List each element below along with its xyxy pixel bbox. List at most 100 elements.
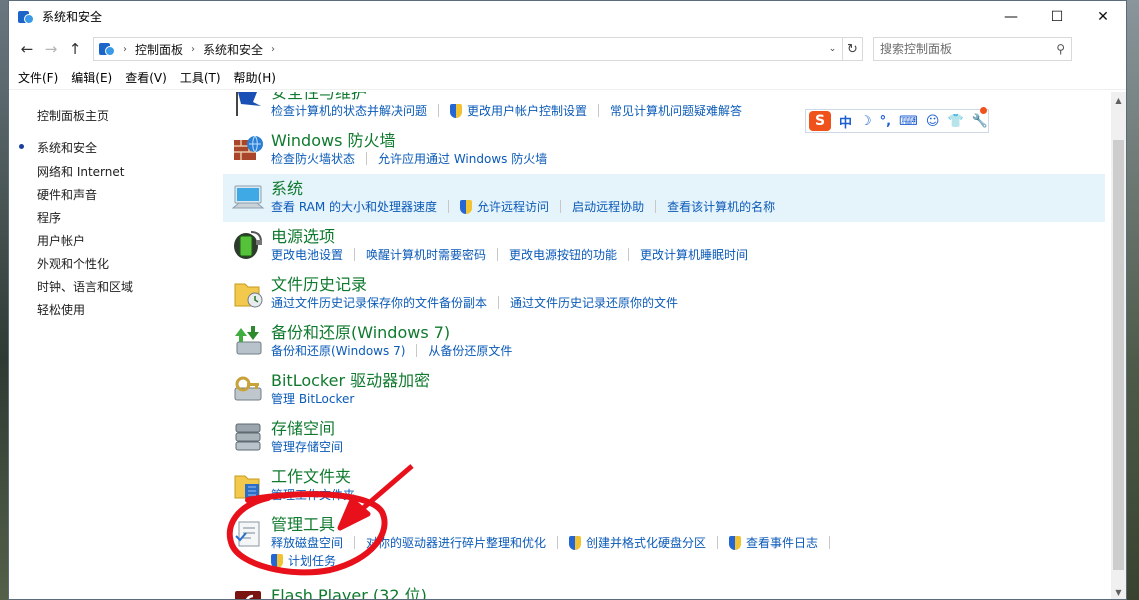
forward-button[interactable]: → [39,37,63,61]
control-panel-window: 系统和安全 — ☐ ✕ ← → ↑ › 控制面板 › 系统和安全 › ⌄ ↻ ⚲… [8,0,1127,600]
sidebar-item-programs[interactable]: 程序 [37,209,61,226]
link-battery-settings[interactable]: 更改电池设置 [271,246,343,263]
breadcrumb-control-panel[interactable]: 控制面板 [135,41,183,58]
menu-file[interactable]: 文件(F) [18,69,58,86]
sidebar-item-system-security[interactable]: 系统和安全 [37,139,97,156]
category-title[interactable]: 电源选项 [271,223,335,247]
link-restore-from-backup[interactable]: 从备份还原文件 [428,342,512,359]
refresh-button[interactable]: ↻ [842,38,862,60]
maximize-button[interactable]: ☐ [1034,1,1080,32]
category-power-options: 电源选项 更改电池设置 唤醒计算机时需要密码 更改电源按钮的功能 更改计算机睡眠… [223,222,1105,270]
up-button[interactable]: ↑ [63,37,87,61]
link-computer-name[interactable]: 查看该计算机的名称 [667,198,775,215]
minimize-button[interactable]: — [988,1,1034,32]
sidebar-item-hardware[interactable]: 硬件和声音 [37,186,97,203]
search-box[interactable]: ⚲ [873,37,1072,61]
link-restore-files[interactable]: 通过文件历史记录还原你的文件 [510,294,678,311]
storage-spaces-icon [235,423,261,451]
category-title[interactable]: 管理工具 [271,511,335,535]
menu-help[interactable]: 帮助(H) [234,69,276,86]
scroll-up-arrow[interactable]: ▲ [1111,92,1126,109]
category-title[interactable]: Windows 防火墙 [271,127,396,151]
link-view-ram-cpu[interactable]: 查看 RAM 的大小和处理器速度 [271,198,437,215]
sidebar-item-ease-of-access[interactable]: 轻松使用 [37,301,85,318]
sidebar-item-appearance[interactable]: 外观和个性化 [37,255,109,272]
ime-chinese-mode[interactable]: 中 [839,112,852,131]
ime-skin-icon[interactable]: 👕 [947,114,963,129]
link-sleep-time[interactable]: 更改计算机睡眠时间 [640,246,748,263]
link-free-disk-space[interactable]: 释放磁盘空间 [271,534,343,551]
category-title[interactable]: 文件历史记录 [271,271,367,295]
uac-shield-icon [450,103,463,118]
category-backup-restore: 备份和还原(Windows 7) 备份和还原(Windows 7) 从备份还原文… [223,318,1105,366]
ime-halfwidth-icon[interactable]: ☽ [860,114,872,129]
link-remote-assistance[interactable]: 启动远程协助 [572,198,644,215]
ime-keyboard-icon[interactable]: ⌨ [899,114,918,129]
sidebar-item-home[interactable]: 控制面板主页 [37,107,109,124]
link-divider [438,104,440,117]
back-button[interactable]: ← [15,37,39,61]
ime-tools-icon[interactable]: 🔧 [972,114,988,129]
scroll-down-arrow[interactable]: ▼ [1111,584,1126,599]
category-title[interactable]: 存储空间 [271,415,335,439]
link-manage-work-folders[interactable]: 管理工作文件夹 [271,486,355,503]
menu-view[interactable]: 查看(V) [125,69,167,86]
link-power-button[interactable]: 更改电源按钮的功能 [509,246,617,263]
category-title[interactable]: Flash Player (32 位) [271,582,427,599]
category-firewall: Windows 防火墙 检查防火墙状态 允许应用通过 Windows 防火墙 [223,126,1105,174]
search-input[interactable] [880,42,1040,56]
link-divider [717,536,719,549]
breadcrumb-separator[interactable]: › [191,44,195,55]
link-allow-app[interactable]: 允许应用通过 Windows 防火墙 [378,150,547,167]
desktop-background-right [1127,0,1139,600]
link-view-event-logs[interactable]: 查看事件日志 [746,534,818,551]
breadcrumb-separator[interactable]: › [271,44,275,55]
sidebar-item-clock-region[interactable]: 时钟、语言和区域 [37,278,133,295]
menu-tools[interactable]: 工具(T) [180,69,221,86]
computer-icon [231,185,265,209]
ime-toolbar[interactable]: S 中 ☽ °, ⌨ ☺ 👕 🔧 [805,107,989,133]
flash-player-icon [235,591,261,599]
category-list: 安全性与维护 检查计算机的状态并解决问题 更改用户帐户控制设置 常见计算机问题疑… [223,92,1113,599]
address-bar[interactable]: › 控制面板 › 系统和安全 › ⌄ ↻ [93,37,863,61]
link-check-status[interactable]: 检查计算机的状态并解决问题 [271,102,427,119]
link-troubleshoot[interactable]: 常见计算机问题疑难解答 [610,102,742,119]
link-manage-storage[interactable]: 管理存储空间 [271,438,343,455]
address-history-dropdown[interactable]: ⌄ [822,38,842,60]
link-defragment[interactable]: 对你的驱动器进行碎片整理和优化 [366,534,546,551]
category-title[interactable]: BitLocker 驱动器加密 [271,367,430,391]
link-backup-restore-win7[interactable]: 备份和还原(Windows 7) [271,342,405,359]
sidebar-item-network[interactable]: 网络和 Internet [37,163,124,180]
link-scheduled-tasks[interactable]: 计划任务 [288,552,336,569]
link-uac-settings[interactable]: 更改用户帐户控制设置 [467,102,587,119]
bitlocker-key-icon [234,376,262,401]
menu-bar: 文件(F) 编辑(E) 查看(V) 工具(T) 帮助(H) [9,66,1126,90]
menu-edit[interactable]: 编辑(E) [71,69,112,86]
category-system: 系统 查看 RAM 的大小和处理器速度 允许远程访问 启动远程协助 查看该计算机… [223,174,1105,222]
link-manage-bitlocker[interactable]: 管理 BitLocker [271,390,354,407]
category-storage-spaces: 存储空间 管理存储空间 [223,414,1105,462]
category-title[interactable]: 系统 [271,175,303,199]
ime-user-icon[interactable]: ☺ [926,114,940,129]
link-wake-password[interactable]: 唤醒计算机时需要密码 [366,246,486,263]
link-create-format-partitions[interactable]: 创建并格式化硬盘分区 [586,534,706,551]
close-button[interactable]: ✕ [1080,1,1126,32]
backup-restore-icon [235,326,262,355]
scroll-thumb[interactable] [1113,140,1124,570]
link-divider [557,536,559,549]
uac-shield-icon [460,199,473,214]
sidebar-item-user-accounts[interactable]: 用户帐户 [37,232,85,249]
category-work-folders: 工作文件夹 管理工作文件夹 [223,462,1105,510]
breadcrumb-separator[interactable]: › [123,44,127,55]
sogou-logo-icon[interactable]: S [809,111,831,131]
ime-punctuation-icon[interactable]: °, [880,114,891,129]
breadcrumb-system-security[interactable]: 系统和安全 [203,41,263,58]
link-save-backup[interactable]: 通过文件历史记录保存你的文件备份副本 [271,294,487,311]
category-title[interactable]: 工作文件夹 [271,463,351,487]
link-remote-access[interactable]: 允许远程访问 [477,198,549,215]
search-icon[interactable]: ⚲ [1056,42,1065,56]
link-divider [498,296,500,309]
link-firewall-status[interactable]: 检查防火墙状态 [271,150,355,167]
vertical-scrollbar[interactable]: ▲ ▼ [1111,92,1126,599]
category-title[interactable]: 备份和还原(Windows 7) [271,319,450,343]
